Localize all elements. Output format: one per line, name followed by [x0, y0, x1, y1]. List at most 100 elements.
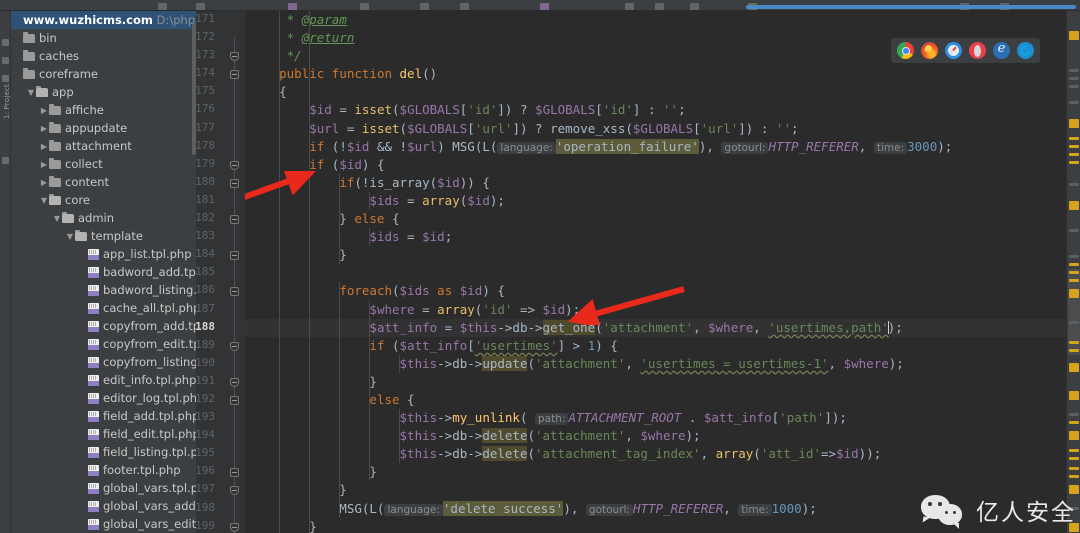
warning-marker[interactable]	[1069, 31, 1079, 40]
code-line-182[interactable]: } else {	[245, 210, 1070, 229]
warning-marker[interactable]	[1069, 467, 1079, 470]
gutter-line-176[interactable]: 176	[195, 101, 245, 119]
tree-item-footer-tpl-php[interactable]: footer.tpl.php	[11, 461, 196, 479]
toolbar-icon-6[interactable]	[460, 3, 469, 10]
chevron-down-icon[interactable]: ▼	[65, 228, 75, 246]
warning-marker[interactable]	[1069, 201, 1079, 210]
chevron-right-icon[interactable]: ▶	[39, 120, 49, 138]
error-stripe-scrollbar[interactable]	[1066, 11, 1080, 533]
horizontal-scrollbar-top[interactable]	[746, 5, 1076, 9]
rail-icon-structure[interactable]	[2, 57, 9, 64]
chevron-down-icon[interactable]: ▼	[39, 192, 49, 210]
code-fold-toggle[interactable]	[230, 52, 239, 62]
tree-item-admin[interactable]: ▼ admin	[11, 209, 196, 227]
code-line-183[interactable]: $ids = $id;	[245, 228, 1070, 247]
warning-marker[interactable]	[1069, 119, 1079, 128]
warning-marker[interactable]	[1069, 457, 1079, 460]
tree-item-template[interactable]: ▼ template	[11, 227, 196, 245]
tree-item-editor-log-tpl-php[interactable]: editor_log.tpl.php	[11, 389, 196, 407]
code-line-192[interactable]: else {	[245, 390, 1070, 410]
gutter-line-189[interactable]: 189	[195, 337, 245, 355]
code-line-194[interactable]: $this->db->delete('attachment', $where);	[245, 427, 1070, 446]
tree-item-copyfrom-add-tpl-ph[interactable]: copyfrom_add.tpl.ph	[11, 317, 196, 335]
warning-marker[interactable]	[1069, 363, 1079, 372]
gutter-line-198[interactable]: 198	[195, 500, 245, 518]
safari-icon[interactable]	[945, 42, 962, 59]
warning-marker[interactable]	[1069, 161, 1079, 164]
gutter-line-187[interactable]: 187	[195, 301, 245, 319]
info-marker[interactable]	[1069, 229, 1079, 232]
firefox-icon[interactable]	[921, 42, 938, 59]
code-line-191[interactable]: }	[245, 372, 1070, 391]
gutter-line-181[interactable]: 181	[195, 192, 245, 210]
gutter-line-199[interactable]: 199	[195, 518, 245, 533]
warning-marker[interactable]	[1069, 153, 1079, 156]
tree-item-caches[interactable]: caches	[11, 47, 196, 65]
gutter-line-193[interactable]: 193	[195, 409, 245, 427]
gutter-line-174[interactable]: 174	[195, 65, 245, 83]
rail-icon-project[interactable]	[2, 39, 9, 46]
toolbar-icon-8[interactable]	[625, 3, 634, 10]
gutter-line-171[interactable]: 171	[195, 11, 245, 29]
gutter-line-197[interactable]: 197	[195, 481, 245, 499]
code-line-176[interactable]: $id = isset($GLOBALS['id']) ? $GLOBALS['…	[245, 101, 1070, 120]
tree-item-field-listing-tpl-php[interactable]: field_listing.tpl.php	[11, 443, 196, 461]
gutter-line-196[interactable]: 196	[195, 463, 245, 481]
code-line-186[interactable]: foreach($ids as $id) {	[245, 282, 1070, 301]
warning-marker[interactable]	[1069, 341, 1079, 344]
left-tool-rail[interactable]: 1: Project	[0, 11, 11, 533]
warning-marker[interactable]	[1069, 263, 1079, 266]
info-marker[interactable]	[1069, 255, 1079, 258]
code-line-171[interactable]: * @param	[245, 11, 1070, 30]
tree-item-app-list-tpl-php[interactable]: app_list.tpl.php	[11, 245, 196, 263]
gutter-line-190[interactable]: 190	[195, 355, 245, 373]
chevron-right-icon[interactable]: ▶	[39, 156, 49, 174]
code-line-189[interactable]: if ($att_info['usertimes'] > 1) {	[245, 336, 1070, 355]
browser-launcher-bar[interactable]	[891, 38, 1040, 63]
code-line-179[interactable]: if ($id) {	[245, 155, 1070, 174]
gutter-line-173[interactable]: 173	[195, 47, 245, 65]
gutter-line-188[interactable]: 188	[195, 319, 245, 337]
gutter-line-175[interactable]: 175	[195, 83, 245, 101]
toolbar-icon-1[interactable]	[158, 3, 167, 10]
chevron-right-icon[interactable]: ▶	[39, 138, 49, 156]
info-marker[interactable]	[1069, 413, 1079, 416]
warning-marker[interactable]	[1069, 391, 1079, 400]
gutter-line-172[interactable]: 172	[195, 29, 245, 47]
project-tree-panel[interactable]: www.wuzhicms.com D:\phpstudy_probin cache…	[11, 11, 196, 533]
code-fold-toggle[interactable]	[230, 70, 239, 80]
gutter-line-186[interactable]: 186	[195, 282, 245, 300]
tree-item-cache-all-tpl-php[interactable]: cache_all.tpl.php	[11, 299, 196, 317]
gutter-line-185[interactable]: 185	[195, 264, 245, 282]
toolbar-icon-5[interactable]	[420, 3, 429, 10]
code-line-188[interactable]: $att_info = $this->db->get_one('attachme…	[245, 318, 1070, 337]
gutter-line-191[interactable]: 191	[195, 373, 245, 391]
info-marker[interactable]	[1069, 77, 1079, 80]
toolbar-icon-4[interactable]	[360, 3, 369, 10]
info-marker[interactable]	[1069, 101, 1079, 104]
gutter-line-195[interactable]: 195	[195, 445, 245, 463]
toolbar-icon-3[interactable]	[288, 3, 297, 10]
warning-marker[interactable]	[1069, 271, 1079, 274]
code-fold-toggle[interactable]	[230, 160, 239, 170]
code-line-190[interactable]: $this->db->update('attachment', 'usertim…	[245, 354, 1070, 373]
chevron-down-icon[interactable]: ▼	[26, 84, 36, 102]
info-marker[interactable]	[1069, 85, 1079, 88]
gutter-line-179[interactable]: 179	[195, 156, 245, 174]
tree-item-global-vars-tpl-php[interactable]: global_vars.tpl.php	[11, 479, 196, 497]
gutter-line-183[interactable]: 183	[195, 228, 245, 246]
gutter-line-182[interactable]: 182	[195, 210, 245, 228]
tree-item-field-add-tpl-php[interactable]: field_add.tpl.php	[11, 407, 196, 425]
tree-item-collect[interactable]: ▶ collect	[11, 155, 196, 173]
code-line-187[interactable]: $where = array('id' => $id);	[245, 300, 1070, 319]
internet-explorer-icon[interactable]	[993, 41, 1010, 59]
warning-marker[interactable]	[1069, 449, 1079, 452]
tree-item-coreframe[interactable]: coreframe	[11, 65, 196, 83]
tree-item-badword-add-tpl-ph[interactable]: badword_add.tpl.ph	[11, 263, 196, 281]
toolbar-icon-7[interactable]	[540, 3, 549, 10]
opera-icon[interactable]	[969, 42, 986, 59]
code-line-180[interactable]: if(!is_array($id)) {	[245, 173, 1070, 192]
tree-item-copyfrom-listing-tpl-[interactable]: copyfrom_listing.tpl.	[11, 353, 196, 371]
warning-marker[interactable]	[1069, 349, 1079, 352]
code-fold-toggle[interactable]	[230, 486, 239, 496]
